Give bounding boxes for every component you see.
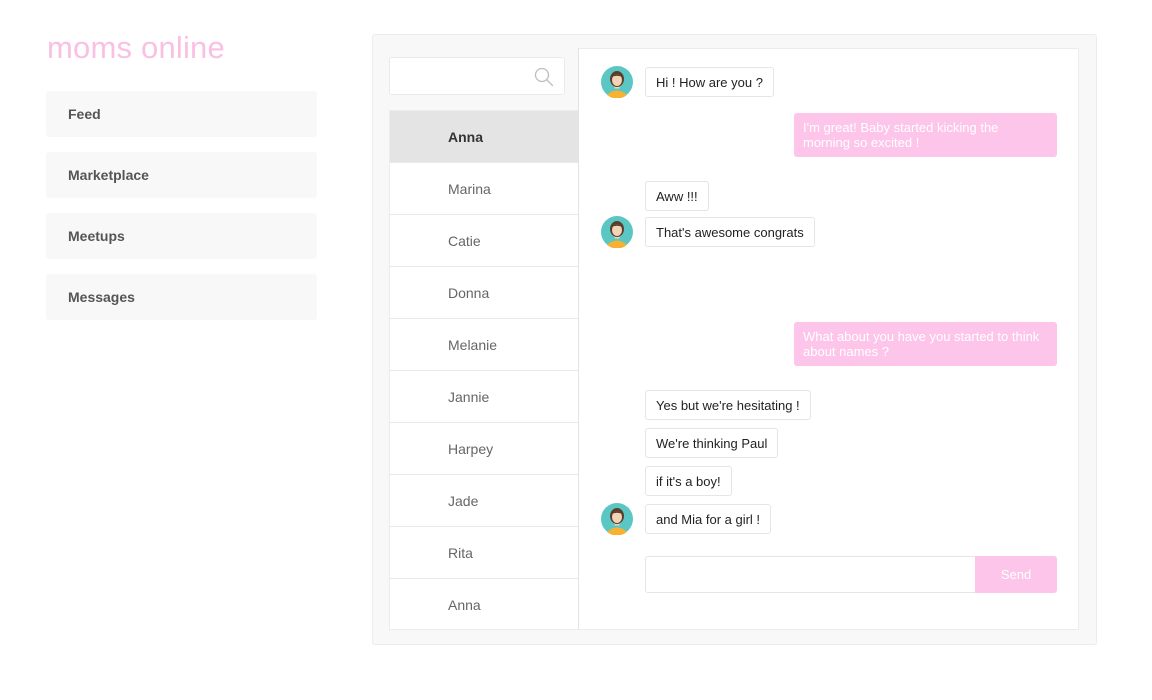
- contact-item-melanie[interactable]: Melanie: [390, 319, 578, 371]
- contact-item-marina[interactable]: Marina: [390, 163, 578, 215]
- contact-avatar-icon: [601, 503, 633, 535]
- message-received: and Mia for a girl !: [645, 504, 772, 534]
- message-received: Yes but we're hesitating !: [645, 390, 811, 420]
- search-input[interactable]: [390, 58, 530, 94]
- search-icon[interactable]: [534, 67, 554, 87]
- message-received: That's awesome congrats: [645, 217, 815, 247]
- message-received: if it's a boy!: [645, 466, 732, 496]
- message-received: Aww !!!: [645, 181, 709, 211]
- contact-item-jannie[interactable]: Jannie: [390, 371, 578, 423]
- message-sent: I'm great! Baby started kicking the morn…: [794, 113, 1057, 157]
- nav-item-feed[interactable]: Feed: [46, 91, 317, 137]
- message-received: Hi ! How are you ?: [645, 67, 774, 97]
- brand-logo: moms online: [47, 30, 225, 65]
- contact-item-donna[interactable]: Donna: [390, 267, 578, 319]
- message-received: We're thinking Paul: [645, 428, 779, 458]
- nav-item-marketplace[interactable]: Marketplace: [46, 152, 317, 198]
- send-button[interactable]: Send: [975, 556, 1057, 593]
- contact-avatar-icon: [601, 66, 633, 98]
- contact-item-anna[interactable]: Anna: [390, 111, 578, 163]
- nav-item-meetups[interactable]: Meetups: [46, 213, 317, 259]
- contact-avatar-icon: [601, 216, 633, 248]
- contact-item-rita[interactable]: Rita: [390, 527, 578, 579]
- contact-item-anna-2[interactable]: Anna: [390, 579, 578, 631]
- message-input[interactable]: [645, 556, 976, 593]
- contact-item-catie[interactable]: Catie: [390, 215, 578, 267]
- message-sent: What about you have you started to think…: [794, 322, 1057, 366]
- contact-item-harpey[interactable]: Harpey: [390, 423, 578, 475]
- contact-item-jade[interactable]: Jade: [390, 475, 578, 527]
- contact-search: [389, 57, 565, 95]
- nav-item-messages[interactable]: Messages: [46, 274, 317, 320]
- contact-list: Anna Marina Catie Donna Melanie Jannie H…: [389, 110, 579, 630]
